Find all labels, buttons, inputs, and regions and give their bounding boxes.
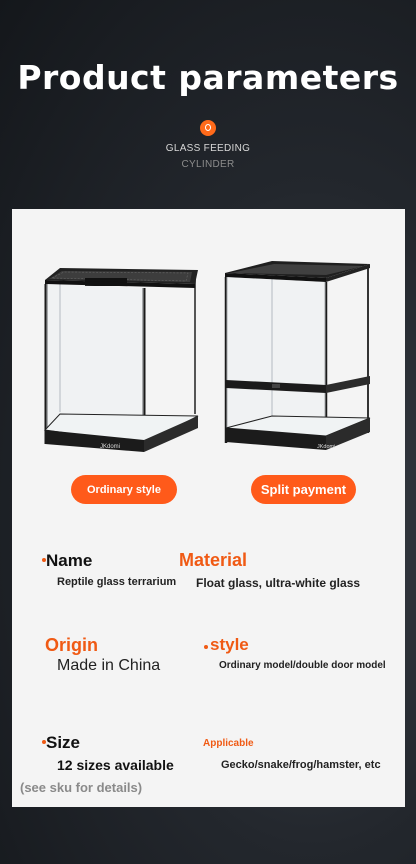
left-brand-mark: JKdomi — [100, 444, 120, 450]
origin-value: Made in China — [57, 657, 161, 674]
ordinary-style-button[interactable]: Ordinary style — [71, 475, 177, 504]
material-value: Float glass, ultra-white glass — [196, 576, 361, 590]
subtitle-line-1: GLASS FEEDING — [165, 143, 251, 154]
material-label: Material — [179, 550, 248, 570]
origin-label: Origin — [45, 635, 98, 655]
style-bullet-icon — [204, 645, 208, 649]
split-payment-button[interactable]: Split payment — [251, 475, 356, 504]
terrarium-image-double-door: JKdomi — [224, 261, 371, 450]
size-value: 12 sizes available — [57, 757, 174, 773]
style-label: style — [210, 635, 249, 654]
right-brand-mark: JKdomi — [317, 444, 335, 450]
brand-logo-icon — [200, 120, 216, 136]
size-label: Size — [46, 733, 81, 752]
name-value: Reptile glass terrarium — [57, 576, 177, 588]
applicable-value: Gecko/snake/frog/hamster, etc — [221, 759, 381, 771]
page-title: Product parameters — [17, 58, 399, 97]
name-label: Name — [46, 551, 93, 570]
size-note: (see sku for details) — [20, 780, 143, 795]
terrarium-image-ordinary: JKdomi — [43, 268, 199, 452]
style-value: Ordinary model/double door model — [219, 660, 386, 671]
subtitle-line-2: CYLINDER — [181, 159, 235, 170]
applicable-label: Applicable — [203, 738, 254, 749]
